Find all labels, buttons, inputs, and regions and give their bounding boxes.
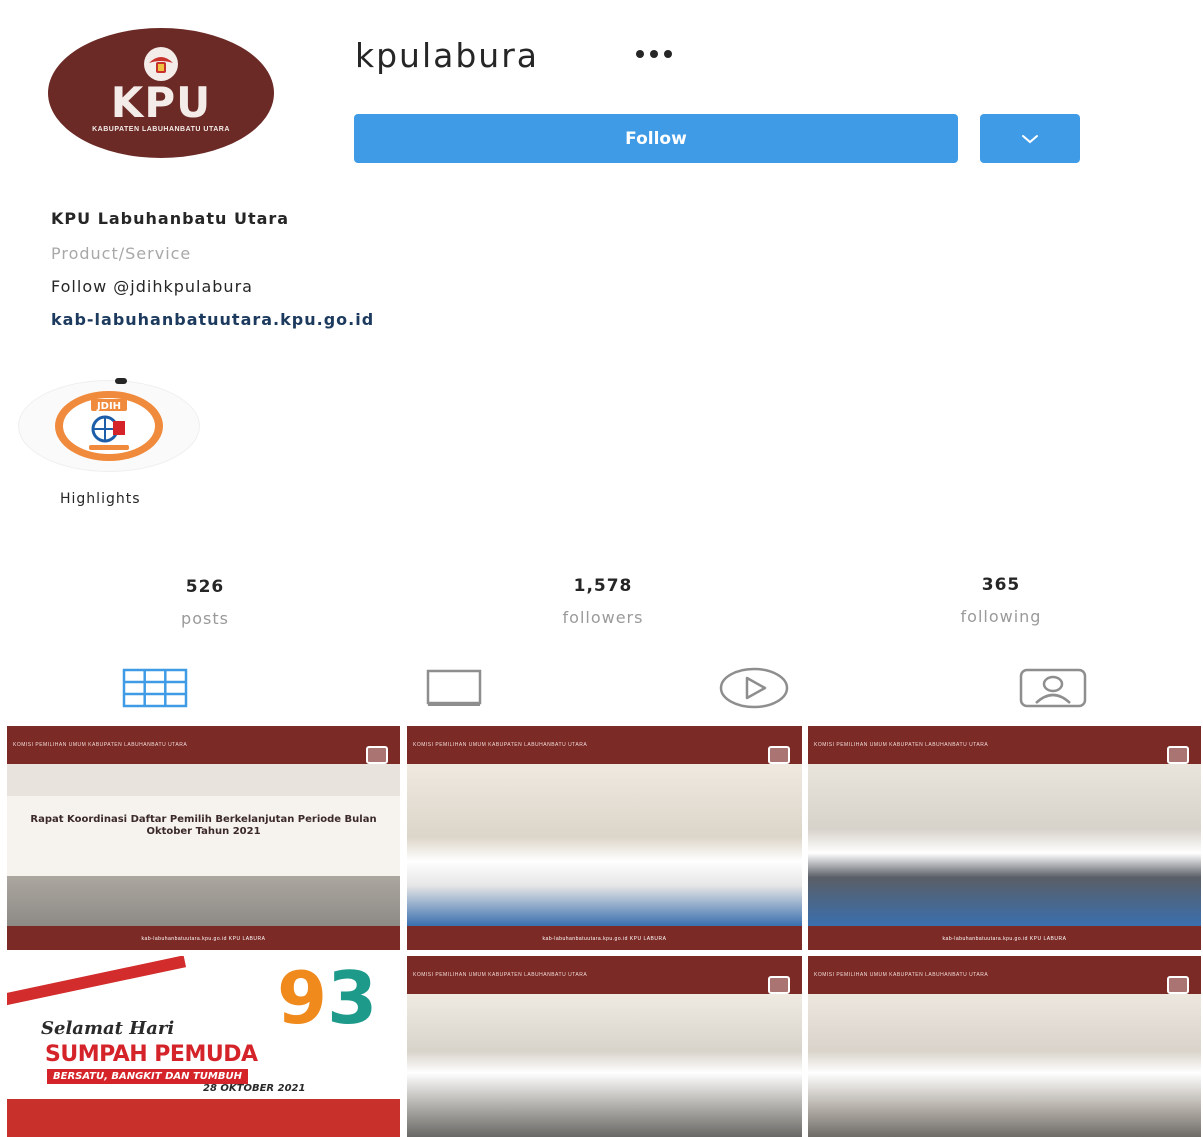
tagged-icon bbox=[1019, 668, 1087, 708]
post-subtitle: BERSATU, BANGKIT DAN TUMBUH bbox=[47, 1069, 248, 1084]
people-strip bbox=[7, 1099, 400, 1137]
post-footer-banner: kab-labuhanbatuutara.kpu.go.id KPU LABUR… bbox=[7, 926, 400, 950]
highlight-label: Highlights bbox=[60, 491, 141, 507]
avatar-subtitle: KABUPATEN LABUHANBATU UTARA bbox=[92, 125, 230, 133]
avatar-title: KPU bbox=[110, 77, 212, 127]
post-thumbnail[interactable]: KOMISI PEMILIHAN UMUM KABUPATEN LABUHANB… bbox=[407, 726, 802, 950]
post-banner-text: KOMISI PEMILIHAN UMUM KABUPATEN LABUHANB… bbox=[814, 972, 989, 978]
suggested-accounts-button[interactable] bbox=[980, 114, 1080, 163]
reels-icon bbox=[719, 667, 789, 709]
carousel-icon bbox=[768, 976, 790, 994]
post-footer-text: kab-labuhanbatuutara.kpu.go.id KPU LABUR… bbox=[942, 936, 1067, 942]
more-options-icon[interactable] bbox=[636, 50, 672, 58]
profile-bio: Follow @jdihkpulabura bbox=[51, 277, 253, 296]
post-banner-text: KOMISI PEMILIHAN UMUM KABUPATEN LABUHANB… bbox=[413, 742, 588, 748]
post-photo bbox=[808, 994, 1201, 1137]
garuda-emblem-icon bbox=[144, 46, 178, 81]
post-footer-banner: kab-labuhanbatuutara.kpu.go.id KPU LABUR… bbox=[407, 926, 802, 950]
chevron-down-icon bbox=[1022, 134, 1038, 143]
post-title: SUMPAH PEMUDA bbox=[45, 1042, 258, 1067]
post-banner-text: KOMISI PEMILIHAN UMUM KABUPATEN LABUHANB… bbox=[814, 742, 989, 748]
tab-tagged[interactable] bbox=[1016, 664, 1090, 712]
profile-category: Product/Service bbox=[51, 244, 192, 263]
post-header-banner: KOMISI PEMILIHAN UMUM KABUPATEN LABUHANB… bbox=[407, 726, 802, 764]
highlight-badge: JDIH bbox=[96, 401, 121, 412]
carousel-icon bbox=[1167, 976, 1189, 994]
post-footer-text: kab-labuhanbatuutara.kpu.go.id KPU LABUR… bbox=[542, 936, 667, 942]
post-title: Rapat Koordinasi Daftar Pemilih Berkelan… bbox=[30, 814, 377, 837]
feed-icon bbox=[426, 669, 482, 706]
following-count[interactable]: 365 following bbox=[901, 575, 1101, 626]
post-banner-text: KOMISI PEMILIHAN UMUM KABUPATEN LABUHANB… bbox=[413, 972, 588, 978]
post-banner-text: KOMISI PEMILIHAN UMUM KABUPATEN LABUHANB… bbox=[13, 742, 188, 748]
post-footer-text: kab-labuhanbatuutara.kpu.go.id KPU LABUR… bbox=[141, 936, 266, 942]
story-highlight[interactable]: JDIH bbox=[18, 378, 200, 472]
highlight-indicator bbox=[115, 378, 127, 384]
post-photo bbox=[407, 764, 802, 926]
carousel-icon bbox=[1167, 746, 1189, 764]
following-label: following bbox=[960, 607, 1042, 626]
followers-count[interactable]: 1,578 followers bbox=[503, 576, 703, 627]
tab-reels[interactable] bbox=[716, 664, 792, 712]
posts-label: posts bbox=[181, 609, 229, 628]
posts-number: 526 bbox=[185, 577, 225, 597]
following-number: 365 bbox=[981, 575, 1021, 595]
post-thumbnail[interactable]: KOMISI PEMILIHAN UMUM KABUPATEN LABUHANB… bbox=[407, 956, 802, 1137]
post-footer-banner: kab-labuhanbatuutara.kpu.go.id KPU LABUR… bbox=[808, 926, 1201, 950]
post-photo bbox=[808, 764, 1201, 926]
post-photo bbox=[407, 994, 802, 1137]
post-date: 28 OKTOBER 2021 bbox=[203, 1083, 306, 1094]
post-thumbnail[interactable]: 93 Selamat Hari SUMPAH PEMUDA BERSATU, B… bbox=[7, 956, 400, 1137]
tab-posts[interactable] bbox=[120, 664, 190, 712]
follow-button[interactable]: Follow bbox=[354, 114, 958, 163]
profile-username: kpulabura bbox=[355, 36, 540, 75]
post-greeting: Selamat Hari bbox=[41, 1018, 175, 1039]
carousel-icon bbox=[366, 746, 388, 764]
post-header-banner: KOMISI PEMILIHAN UMUM KABUPATEN LABUHANB… bbox=[7, 726, 400, 764]
profile-website-link[interactable]: kab-labuhanbatuutara.kpu.go.id bbox=[51, 310, 374, 329]
tab-feed[interactable] bbox=[422, 664, 486, 712]
post-header-banner: KOMISI PEMILIHAN UMUM KABUPATEN LABUHANB… bbox=[808, 956, 1201, 994]
post-thumbnail[interactable]: KOMISI PEMILIHAN UMUM KABUPATEN LABUHANB… bbox=[808, 956, 1201, 1137]
profile-avatar[interactable]: KPU KABUPATEN LABUHANBATU UTARA bbox=[48, 28, 274, 158]
followers-label: followers bbox=[562, 608, 644, 627]
jdih-logo-icon: JDIH bbox=[55, 391, 163, 461]
post-thumbnail[interactable]: KOMISI PEMILIHAN UMUM KABUPATEN LABUHANB… bbox=[808, 726, 1201, 950]
post-header-banner: KOMISI PEMILIHAN UMUM KABUPATEN LABUHANB… bbox=[808, 726, 1201, 764]
grid-icon bbox=[122, 668, 188, 708]
followers-number: 1,578 bbox=[573, 576, 633, 596]
anniversary-number: 93 bbox=[277, 956, 378, 1040]
post-thumbnail[interactable]: Rapat Koordinasi Daftar Pemilih Berkelan… bbox=[7, 726, 400, 950]
profile-full-name: KPU Labuhanbatu Utara bbox=[51, 209, 290, 228]
post-header-banner: KOMISI PEMILIHAN UMUM KABUPATEN LABUHANB… bbox=[407, 956, 802, 994]
posts-count: 526 posts bbox=[105, 577, 305, 628]
carousel-icon bbox=[768, 746, 790, 764]
